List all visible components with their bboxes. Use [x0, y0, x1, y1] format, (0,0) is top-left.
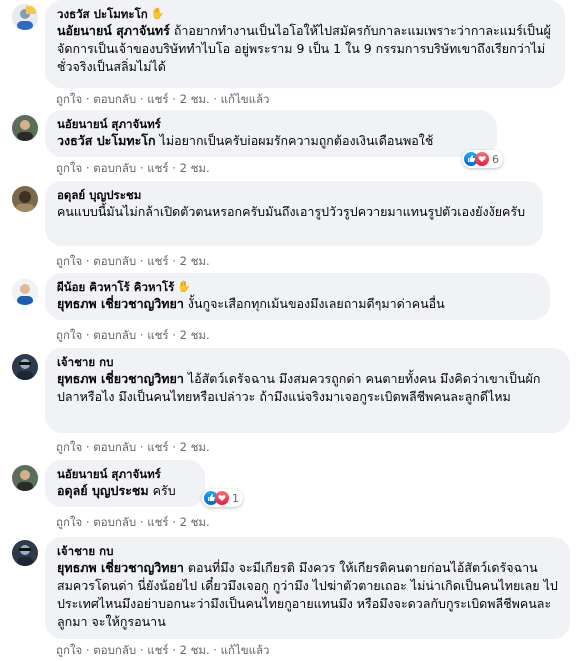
share-link[interactable]: แชร์	[147, 254, 168, 268]
comment-text: ยุทธภพ เชี่ยวชาญวิทยา งั้นกูจะเสือกทุกเม…	[57, 296, 445, 311]
share-link[interactable]: แชร์	[147, 515, 168, 529]
reply-link[interactable]: ตอบกลับ	[93, 643, 136, 657]
reply-link[interactable]: ตอบกลับ	[93, 254, 136, 268]
timestamp[interactable]: 2 ชม.	[180, 92, 210, 106]
heart-reaction-icon	[475, 152, 489, 166]
like-link[interactable]: ถูกใจ	[56, 161, 82, 175]
comment-author[interactable]: นอัยนายน์ สุภาจันทร์	[57, 466, 161, 482]
like-link[interactable]: ถูกใจ	[56, 643, 82, 657]
comment-text: คนแบบนี้มันไม่กล้าเปิดตัวตนหรอกครับมันถึ…	[57, 204, 526, 219]
comment-bubble: วงธวัส ปะโมทะโก ✋ นอัยนายน์ สุภาจันทร์ ถ…	[45, 0, 565, 88]
comment-actions: ถูกใจ · ตอบกลับ · แชร์ · 2 ชม.	[56, 328, 210, 342]
comment-author[interactable]: อดุลย์ บุญประชม	[57, 187, 141, 203]
comment-actions: ถูกใจ · ตอบกลับ · แชร์ · 2 ชม.	[56, 440, 210, 454]
timestamp[interactable]: 2 ชม.	[180, 440, 210, 454]
like-link[interactable]: ถูกใจ	[56, 328, 82, 342]
share-link[interactable]: แชร์	[147, 92, 168, 106]
reaction-number: 1	[232, 491, 239, 505]
mention-link[interactable]: วงธวัส ปะโมทะโก	[57, 133, 156, 148]
comment-bubble: นอัยนายน์ สุภาจันทร์ วงธวัส ปะโมทะโก ไม่…	[45, 110, 497, 157]
timestamp[interactable]: 2 ชม.	[180, 515, 210, 529]
share-link[interactable]: แชร์	[147, 643, 168, 657]
heart-reaction-icon	[215, 491, 229, 505]
avatar[interactable]	[12, 4, 38, 30]
comment-author[interactable]: วงธวัส ปะโมทะโก	[57, 6, 148, 22]
timestamp[interactable]: 2 ชม.	[180, 254, 210, 268]
avatar[interactable]	[12, 115, 38, 141]
timestamp[interactable]: 2 ชม.	[180, 643, 210, 657]
comment-bubble: ผีน้อย คิวหาโร้ คิวหาโร้ ✋ ยุทธภพ เชี่ยว…	[45, 273, 550, 320]
avatar[interactable]	[12, 186, 38, 212]
like-link[interactable]: ถูกใจ	[56, 515, 82, 529]
edited-label[interactable]: แก้ไขแล้ว	[221, 643, 270, 657]
mention-link[interactable]: ยุทธภพ เชี่ยวชาญวิทยา	[57, 371, 184, 386]
avatar[interactable]	[12, 354, 38, 380]
reply-link[interactable]: ตอบกลับ	[93, 161, 136, 175]
comment-actions: ถูกใจ · ตอบกลับ · แชร์ · 2 ชม. · แก้ไขแล…	[56, 643, 270, 657]
avatar[interactable]	[12, 279, 38, 305]
comment-author[interactable]: นอัยนายน์ สุภาจันทร์	[57, 116, 161, 132]
share-link[interactable]: แชร์	[147, 161, 168, 175]
comment-author[interactable]: ผีน้อย คิวหาโร้ คิวหาโร้	[57, 279, 174, 295]
reaction-count[interactable]: 6	[462, 150, 503, 168]
mention-link[interactable]: นอัยนายน์ สุภาจันทร์	[57, 23, 170, 38]
comment-actions: ถูกใจ · ตอบกลับ · แชร์ · 2 ชม. · แก้ไขแล…	[56, 92, 270, 106]
comment-bubble: เจ้าชาย กบ ยุทธภพ เชี่ยวชาญวิทยา ตอนที่ม…	[45, 537, 570, 639]
reaction-count[interactable]: 1	[202, 489, 243, 507]
edited-label[interactable]: แก้ไขแล้ว	[221, 92, 270, 106]
comment-text: วงธวัส ปะโมทะโก ไม่อยากเป็นครับiอผมรักคว…	[57, 133, 434, 148]
timestamp[interactable]: 2 ชม.	[180, 328, 210, 342]
reply-link[interactable]: ตอบกลับ	[93, 440, 136, 454]
timestamp[interactable]: 2 ชม.	[180, 161, 210, 175]
reply-link[interactable]: ตอบกลับ	[93, 328, 136, 342]
avatar[interactable]	[12, 540, 38, 566]
share-link[interactable]: แชร์	[147, 328, 168, 342]
wave-icon: ✋	[150, 7, 165, 20]
mention-link[interactable]: ยุทธภพ เชี่ยวชาญวิทยา	[57, 560, 184, 575]
comment-bubble: นอัยนายน์ สุภาจันทร์ อดุลย์ บุญประชม ครั…	[45, 460, 205, 507]
reply-link[interactable]: ตอบกลับ	[93, 92, 136, 106]
comment-text: นอัยนายน์ สุภาจันทร์ ถ้าอยากทำงานเป็นไอโ…	[57, 23, 551, 74]
wave-icon: ✋	[177, 280, 192, 293]
like-link[interactable]: ถูกใจ	[56, 92, 82, 106]
avatar[interactable]	[12, 465, 38, 491]
comment-bubble: อดุลย์ บุญประชม คนแบบนี้มันไม่กล้าเปิดตั…	[45, 181, 543, 246]
comment-actions: ถูกใจ · ตอบกลับ · แชร์ · 2 ชม.	[56, 254, 210, 268]
comment-text: ยุทธภพ เชี่ยวชาญวิทยา ไอ้สัตว์เดรัจฉาน ม…	[57, 371, 541, 404]
comment-actions: ถูกใจ · ตอบกลับ · แชร์ · 2 ชม.	[56, 515, 210, 529]
mention-link[interactable]: ยุทธภพ เชี่ยวชาญวิทยา	[57, 296, 184, 311]
comment-actions: ถูกใจ · ตอบกลับ · แชร์ · 2 ชม.	[56, 161, 210, 175]
comment-bubble: เจ้าชาย กบ ยุทธภพ เชี่ยวชาญวิทยา ไอ้สัตว…	[45, 348, 570, 433]
comment-text: ยุทธภพ เชี่ยวชาญวิทยา ตอนที่มึง จะมีเกีย…	[57, 560, 558, 629]
comment-text: อดุลย์ บุญประชม ครับ	[57, 483, 176, 498]
mention-link[interactable]: อดุลย์ บุญประชม	[57, 483, 149, 498]
like-link[interactable]: ถูกใจ	[56, 440, 82, 454]
reply-link[interactable]: ตอบกลับ	[93, 515, 136, 529]
share-link[interactable]: แชร์	[147, 440, 168, 454]
like-link[interactable]: ถูกใจ	[56, 254, 82, 268]
reaction-number: 6	[492, 152, 499, 166]
comment-author[interactable]: เจ้าชาย กบ	[57, 354, 113, 370]
comment-author[interactable]: เจ้าชาย กบ	[57, 543, 113, 559]
